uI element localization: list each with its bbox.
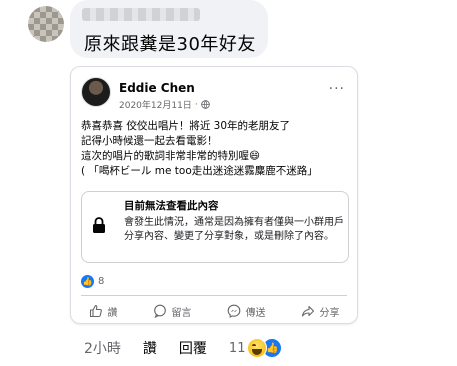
thumbs-up-icon xyxy=(89,304,102,318)
shared-post-card[interactable]: Eddie Chen 2020年12月11日 · ··· 恭喜恭喜 佼佼出唱片！… xyxy=(70,66,358,324)
share-button-label: 分享 xyxy=(319,307,340,319)
meta-dot: · xyxy=(194,99,198,110)
comment-reaction-count[interactable]: 11 xyxy=(229,341,246,356)
lock-icon xyxy=(93,217,105,233)
comment-button-label: 留言 xyxy=(171,307,192,319)
post-date[interactable]: 2020年12月11日 xyxy=(119,98,192,111)
post-meta: 2020年12月11日 · xyxy=(119,98,210,111)
post-body: 恭喜恭喜 佼佼出唱片！將近 30年的老朋友了 記得小時候還一起去看電影！ 這次的… xyxy=(81,119,351,179)
comment-reply-button[interactable]: 回覆 xyxy=(179,338,207,358)
post-line: 記得小時候還一起去看電影！ xyxy=(81,135,218,147)
divider xyxy=(81,295,347,296)
comment-bubble: 原來跟糞是30年好友 xyxy=(70,0,268,58)
comment-like-button[interactable]: 讚 xyxy=(143,338,157,358)
comment-icon xyxy=(153,304,166,318)
like-reaction-icon: 👍 xyxy=(81,275,94,288)
haha-reaction-icon xyxy=(247,338,268,358)
comment-text: 原來跟糞是30年好友 xyxy=(84,34,256,55)
post-like-count: 8 xyxy=(98,276,105,287)
share-button[interactable]: 分享 xyxy=(301,301,340,321)
post-line: 這次的唱片的歌詞非常非常的特別喔😄 xyxy=(81,150,260,162)
unavailable-description: 會發生此情況，通常是因為擁有者僅與一小群用戶分享內容、變更了分享對象，或是刪除了… xyxy=(124,217,344,242)
post-author-name[interactable]: Eddie Chen xyxy=(119,81,195,95)
commenter-avatar[interactable] xyxy=(28,6,64,42)
send-button-label: 傳送 xyxy=(245,307,266,319)
comment-button[interactable]: 留言 xyxy=(153,301,192,321)
like-button-label: 讚 xyxy=(107,307,118,319)
comment-reactions[interactable]: 👍 xyxy=(247,338,282,358)
commenter-name-blurred[interactable] xyxy=(82,8,200,21)
post-actions: 讚 留言 傳送 分享 xyxy=(71,301,357,321)
send-button[interactable]: 傳送 xyxy=(227,301,266,321)
comment-footer: 2小時 讚 回覆 11 👍 xyxy=(84,338,282,358)
post-author-avatar[interactable] xyxy=(81,77,111,107)
unavailable-title: 目前無法查看此內容 xyxy=(124,200,219,212)
content-unavailable-box: 目前無法查看此內容 會發生此情況，通常是因為擁有者僅與一小群用戶分享內容、變更了… xyxy=(81,191,349,263)
post-line: 恭喜恭喜 佼佼出唱片！將近 30年的老朋友了 xyxy=(81,120,291,132)
comment-time[interactable]: 2小時 xyxy=(84,338,121,358)
messenger-icon xyxy=(227,304,240,318)
post-reactions[interactable]: 👍 8 xyxy=(81,275,104,288)
share-icon xyxy=(301,305,314,317)
like-button[interactable]: 讚 xyxy=(89,301,118,321)
more-options-icon[interactable]: ··· xyxy=(329,81,345,97)
globe-icon xyxy=(200,100,210,109)
post-line: ( 「喝杯ビール me too走出迷途迷霧麋鹿不迷路」 xyxy=(81,165,318,177)
